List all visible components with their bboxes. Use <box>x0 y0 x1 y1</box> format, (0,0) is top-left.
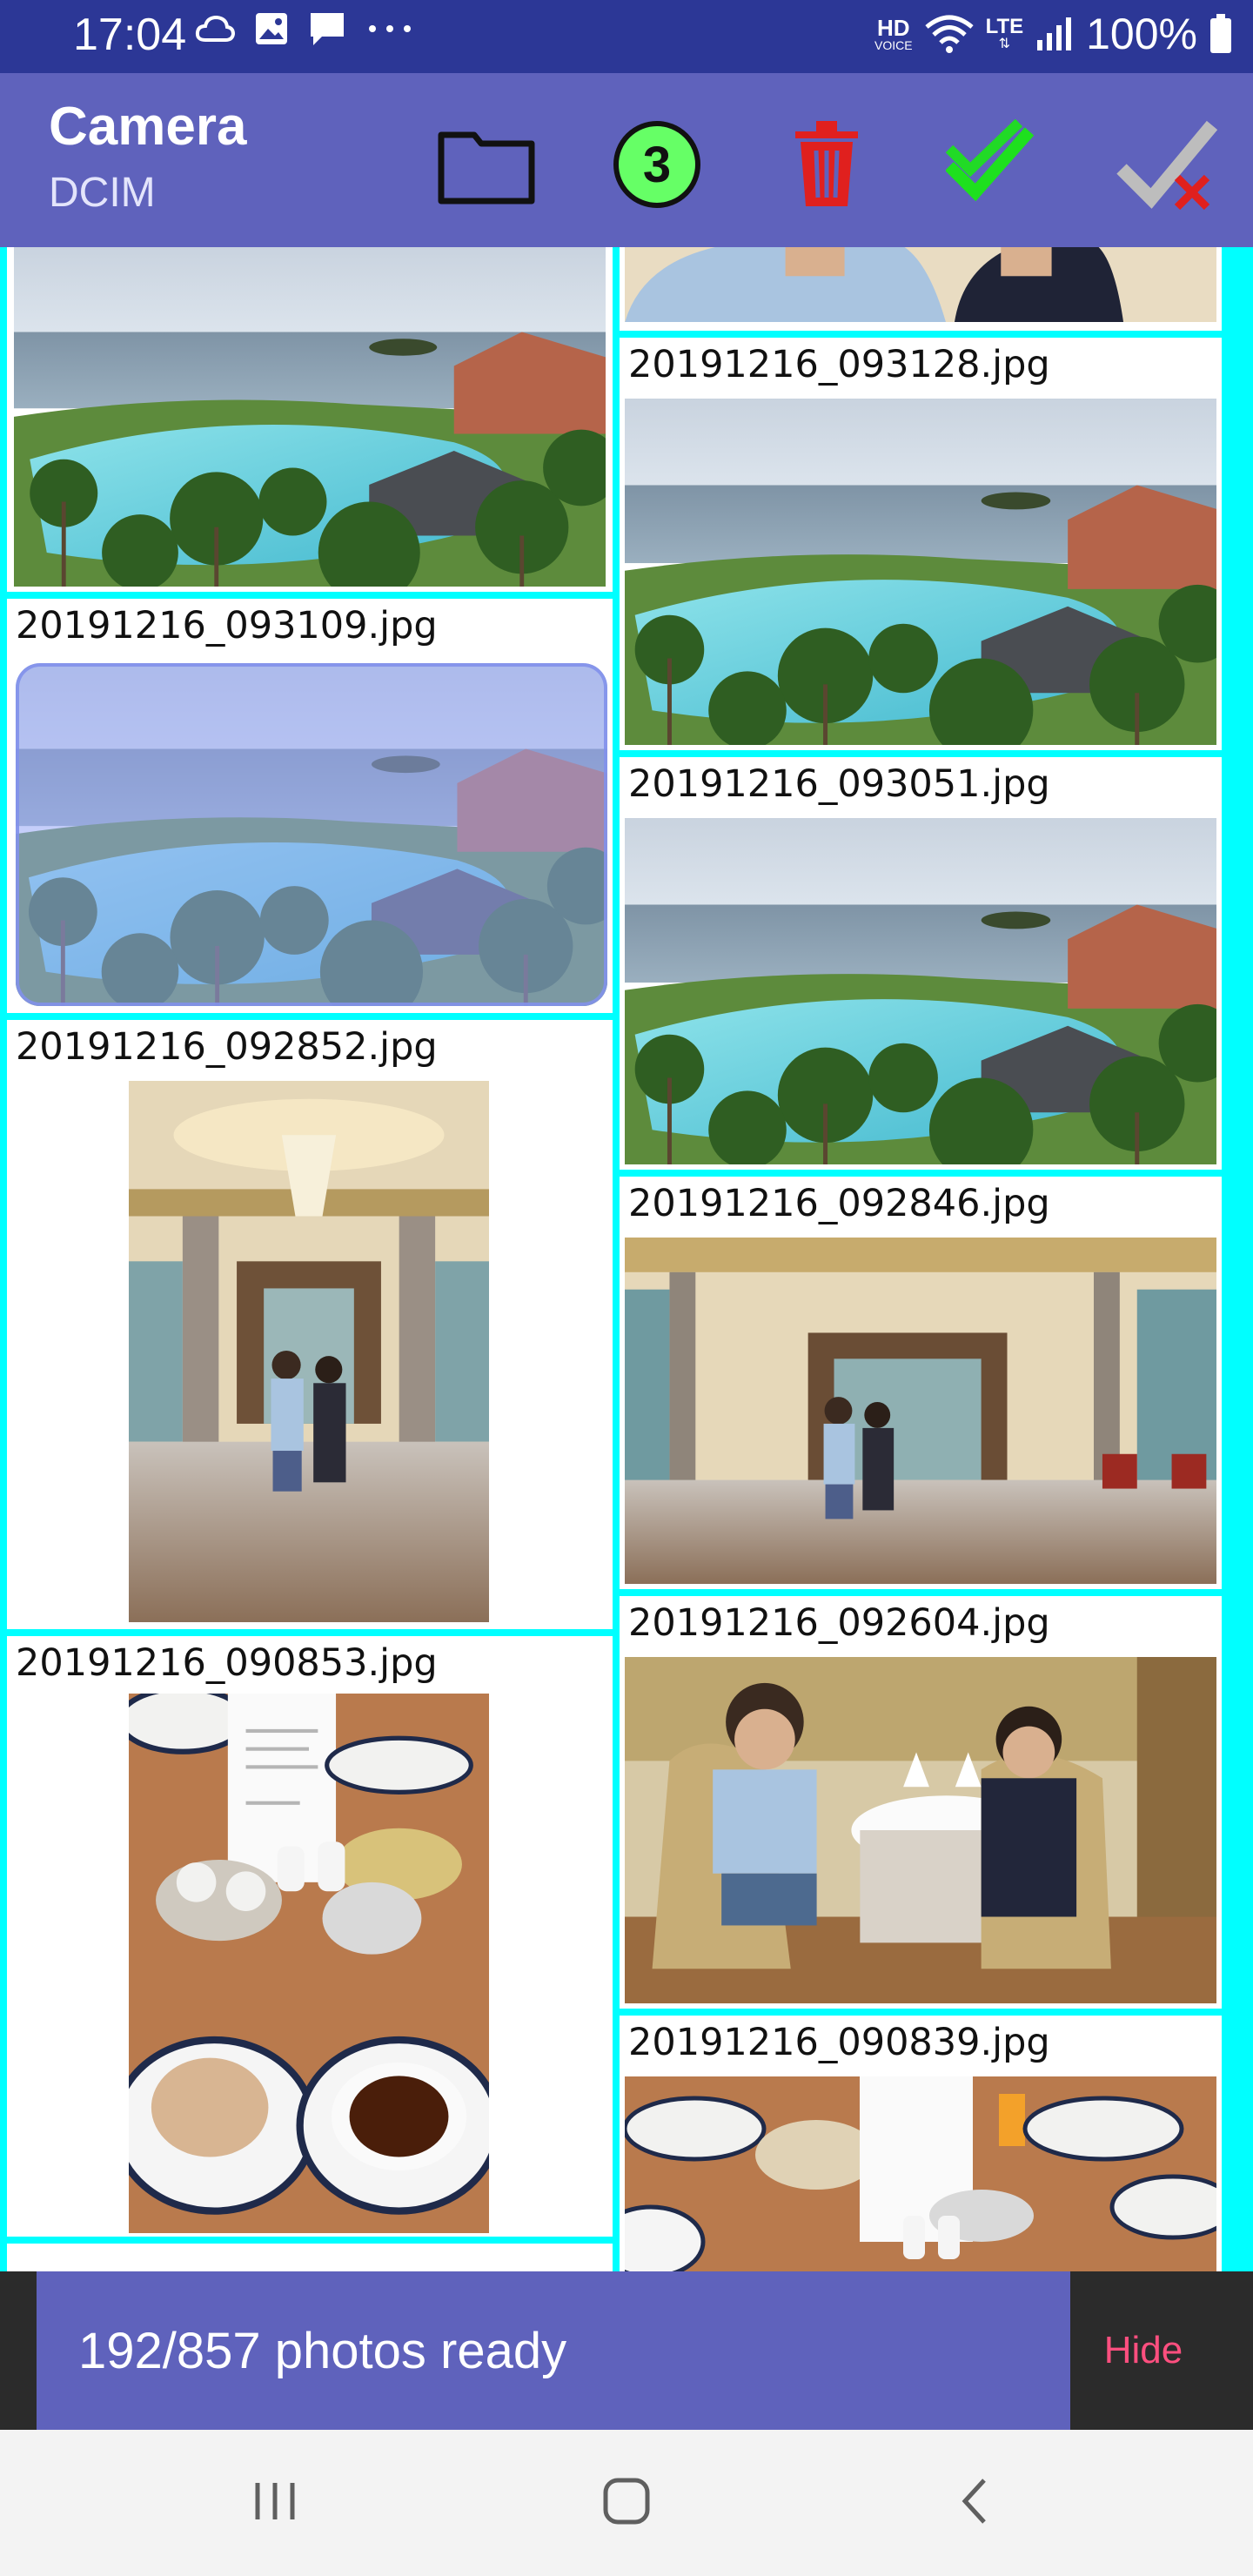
hd-label: HD <box>876 15 910 41</box>
voice-label: VOICE <box>874 38 913 52</box>
grid-item[interactable] <box>7 2244 613 2271</box>
status-left-icons <box>195 10 414 47</box>
folder-icon <box>438 131 535 205</box>
more-dots-icon <box>369 25 411 32</box>
lte-icon: LTE ⇅ <box>985 15 1024 51</box>
status-bar: 17:04 HD VOICE LTE ⇅ 100% <box>0 0 1253 73</box>
grid-item[interactable]: 20191216_092846.jpg <box>620 1177 1222 1589</box>
signal-icon <box>1037 17 1072 50</box>
clear-selection-button[interactable] <box>1112 108 1225 221</box>
photo-thumbnail <box>625 2076 1216 2271</box>
folder-button[interactable] <box>430 108 543 221</box>
back-button[interactable] <box>922 2466 1027 2536</box>
home-button[interactable] <box>574 2466 679 2536</box>
grid-item[interactable]: 20191216_093051.jpg <box>620 757 1222 1170</box>
message-icon <box>311 13 344 45</box>
selected-count-button[interactable]: 3 <box>600 108 714 221</box>
battery-percent: 100% <box>1086 10 1197 58</box>
photo-filename: 20191216_092604.jpg <box>628 1601 1050 1645</box>
lte-label: LTE <box>985 15 1024 38</box>
double-check-icon <box>946 119 1035 202</box>
photo-thumbnail <box>625 818 1216 1164</box>
photo-filename: 20191216_093051.jpg <box>628 762 1050 806</box>
photo-filename: 20191216_093128.jpg <box>628 343 1050 386</box>
cloud-icon <box>195 15 235 42</box>
photo-thumbnail <box>625 1657 1216 2003</box>
photo-filename: 20191216_093109.jpg <box>16 604 438 647</box>
grid-item-selected[interactable]: 20191216_093109.jpg <box>7 599 613 1013</box>
selected-count-badge: 3 <box>613 121 700 208</box>
battery-icon <box>1210 14 1231 53</box>
grid-item[interactable]: 20191216_092604.jpg <box>620 1596 1222 2009</box>
home-icon <box>603 2478 650 2525</box>
gallery-icon <box>256 13 287 44</box>
selection-overlay <box>16 663 607 1006</box>
navigation-bar <box>0 2430 1253 2576</box>
recent-apps-icon <box>255 2483 295 2519</box>
grid-item[interactable]: 20191216_090839.jpg <box>620 2016 1222 2271</box>
delete-button[interactable] <box>770 108 883 221</box>
recent-apps-button[interactable] <box>223 2466 327 2536</box>
grid-item[interactable]: 20191216_090853.jpg <box>7 1636 613 2237</box>
grid-item[interactable]: 20191216_092852.jpg <box>7 1020 613 1629</box>
wifi-icon <box>924 15 974 53</box>
hd-voice-icon: HD VOICE <box>874 17 913 51</box>
photo-thumbnail <box>625 399 1216 745</box>
select-all-button[interactable] <box>941 108 1055 221</box>
photo-thumbnail <box>14 247 606 587</box>
page-subtitle: DCIM <box>49 170 156 216</box>
photo-filename: 20191216_090853.jpg <box>16 1641 438 1685</box>
app-bar: Camera DCIM 3 <box>0 73 1253 247</box>
status-right-icons: HD VOICE LTE ⇅ 100% <box>874 9 1232 59</box>
snackbar: 192/857 photos ready <box>37 2271 1070 2430</box>
status-time: 17:04 <box>73 10 187 60</box>
back-icon <box>962 2479 986 2524</box>
grid-item[interactable]: 20191216_093128.jpg <box>620 338 1222 750</box>
grid-item[interactable] <box>620 247 1222 331</box>
page-title: Camera <box>49 97 247 157</box>
photo-thumbnail <box>129 1694 489 2233</box>
photo-thumbnail <box>625 247 1216 322</box>
photo-grid: 20191216_093109.jpg 20191216_092852.jpg … <box>0 247 1253 2271</box>
delete-icon <box>795 121 858 206</box>
hide-button[interactable]: Hide <box>1070 2271 1216 2430</box>
photo-thumbnail <box>129 1081 489 1622</box>
grid-item[interactable] <box>7 247 613 592</box>
clear-selection-icon <box>1116 120 1218 211</box>
photo-filename: 20191216_092846.jpg <box>628 1182 1050 1225</box>
photo-filename: 20191216_092852.jpg <box>16 1025 438 1069</box>
snackbar-message: 192/857 photos ready <box>78 2323 567 2379</box>
photo-thumbnail <box>625 1238 1216 1584</box>
photo-filename: 20191216_090839.jpg <box>628 2021 1050 2064</box>
